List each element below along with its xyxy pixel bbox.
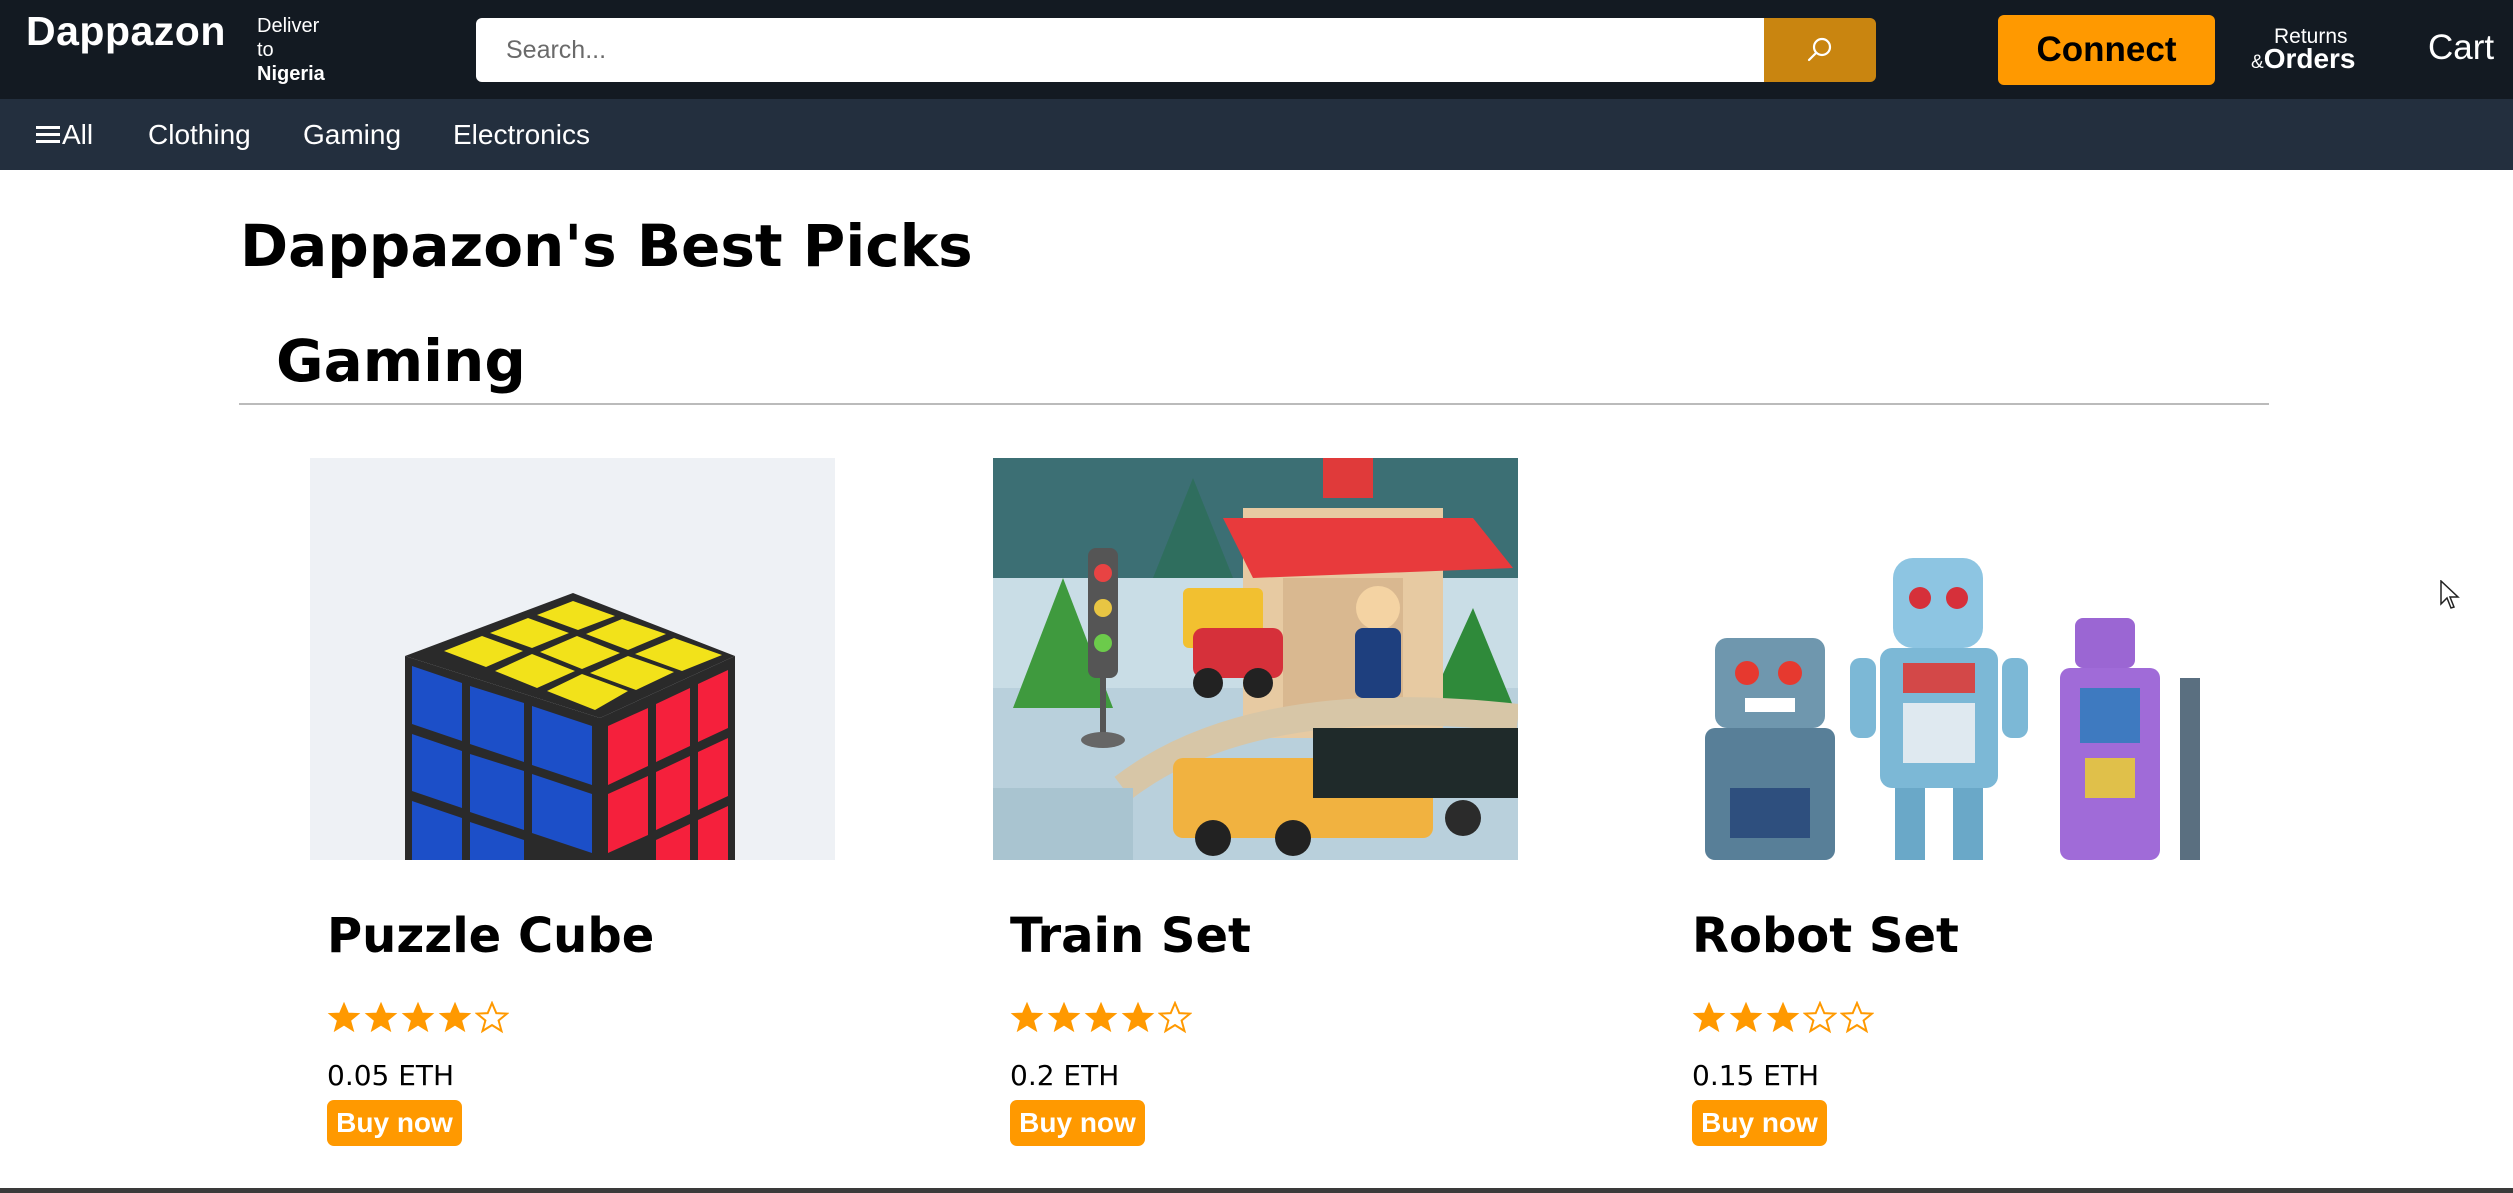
mouse-cursor-icon (2440, 580, 2460, 609)
product-price: 0.2 ETH (1010, 1059, 1120, 1092)
connect-button[interactable]: Connect (1998, 15, 2215, 85)
nav-item-gaming[interactable]: Gaming (303, 99, 401, 170)
product-name[interactable]: Robot Set (1692, 906, 1959, 966)
star-filled-icon (1121, 1001, 1155, 1033)
product-rating (327, 1001, 509, 1035)
hamburger-menu-icon (36, 125, 60, 143)
product-image-robot-set[interactable] (1675, 458, 2200, 860)
deliver-location: Nigeria (257, 63, 325, 85)
search-button[interactable] (1764, 18, 1876, 82)
product-card[interactable]: Puzzle Cube 0.05 ETH Buy now (310, 458, 835, 1148)
star-empty-icon (475, 1001, 509, 1034)
product-name[interactable]: Train Set (1010, 906, 1251, 966)
star-filled-icon (1047, 1001, 1081, 1033)
returns-orders-link[interactable]: Returns &Orders (2251, 26, 2356, 75)
product-name[interactable]: Puzzle Cube (327, 906, 654, 966)
deliver-label: Deliver (257, 15, 320, 37)
star-filled-icon (1692, 1001, 1726, 1033)
orders-label: Orders (2263, 43, 2356, 74)
buy-now-button[interactable]: Buy now (1010, 1100, 1145, 1146)
cart-link[interactable]: Cart (2428, 28, 2494, 68)
star-filled-icon (401, 1001, 435, 1033)
brand-logo[interactable]: Dappazon (26, 6, 226, 56)
star-filled-icon (364, 1001, 398, 1033)
product-rating (1010, 1001, 1192, 1035)
buy-now-button[interactable]: Buy now (327, 1100, 462, 1146)
search-input[interactable] (476, 18, 1766, 82)
product-card[interactable]: Robot Set 0.15 ETH Buy now (1675, 458, 2200, 1148)
star-filled-icon (1729, 1001, 1763, 1033)
page-title: Dappazon's Best Picks (240, 212, 973, 280)
star-empty-icon (1158, 1001, 1192, 1034)
top-navbar: Dappazon Deliver to Nigeria Connect Retu… (0, 0, 2513, 99)
product-price: 0.15 ETH (1692, 1059, 1820, 1092)
product-price: 0.05 ETH (327, 1059, 455, 1092)
amp-label: & (2251, 52, 2264, 73)
star-empty-icon (1840, 1001, 1874, 1034)
section-title-gaming: Gaming (276, 327, 526, 395)
nav-item-clothing[interactable]: Clothing (148, 99, 251, 170)
nav-item-electronics[interactable]: Electronics (453, 99, 590, 170)
nav-all-label: All (62, 119, 94, 150)
star-filled-icon (1010, 1001, 1044, 1033)
star-filled-icon (1766, 1001, 1800, 1033)
product-card[interactable]: Train Set 0.2 ETH Buy now (993, 458, 1518, 1148)
deliver-to[interactable]: Deliver to Nigeria (257, 14, 325, 86)
search-icon (1807, 37, 1832, 62)
star-filled-icon (438, 1001, 472, 1033)
category-navbar: All Clothing Gaming Electronics (0, 99, 2513, 170)
product-image-train-set[interactable] (993, 458, 1518, 860)
deliver-to-label: to (257, 39, 274, 61)
product-image-puzzle-cube[interactable] (310, 458, 835, 860)
star-empty-icon (1803, 1001, 1837, 1034)
star-filled-icon (1084, 1001, 1118, 1033)
section-divider (239, 403, 2269, 405)
buy-now-button[interactable]: Buy now (1692, 1100, 1827, 1146)
star-filled-icon (327, 1001, 361, 1033)
product-rating (1692, 1001, 1874, 1035)
bottom-edge (0, 1188, 2513, 1193)
nav-all[interactable]: All (36, 99, 93, 170)
